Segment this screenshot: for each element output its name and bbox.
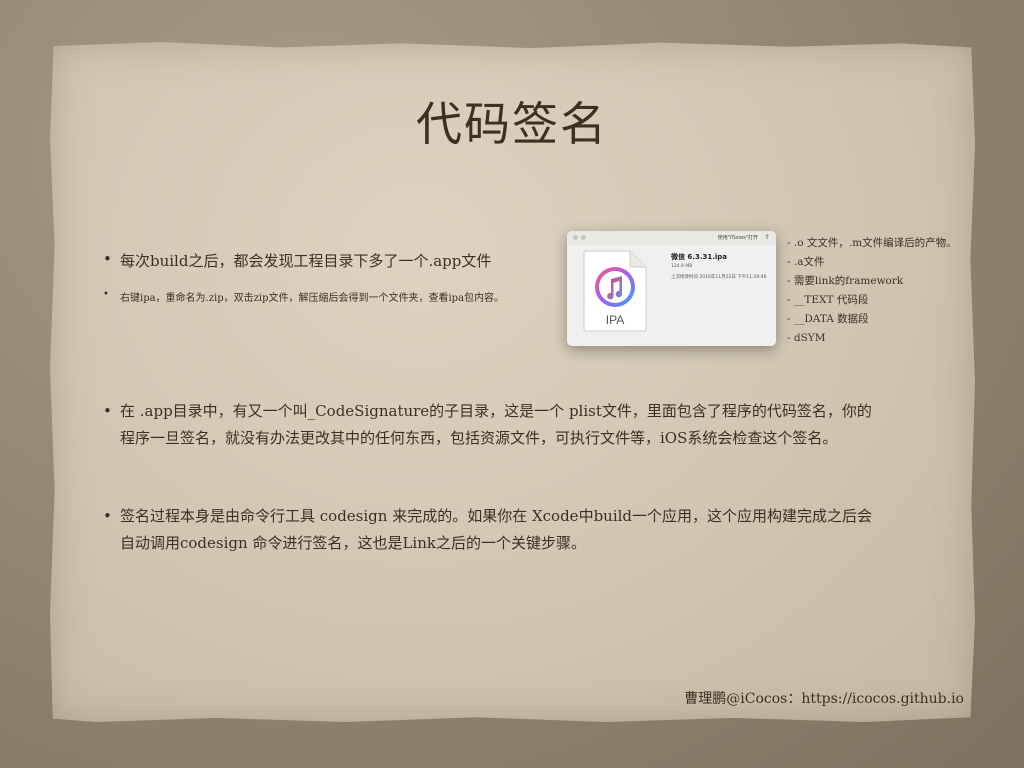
- document-icon: IPA: [583, 250, 647, 332]
- bullet-text: 每次build之后，都会发现工程目录下多了一个.app文件: [120, 252, 492, 270]
- slide-title: 代码签名: [416, 97, 608, 151]
- bullet-dot: •: [103, 250, 112, 268]
- bullet-item: • 右键ipa，重命名为.zip，双击zip文件，解压缩后会得到一个文件夹，查看…: [103, 289, 504, 304]
- bullet-dot: •: [103, 507, 112, 525]
- ipa-file-icon: IPA: [580, 249, 650, 333]
- bullet-line: 在 .app目录中，有又一个叫_CodeSignature的子目录，这是一个 p…: [120, 402, 872, 420]
- close-button[interactable]: [573, 235, 578, 240]
- open-with-button[interactable]: 使用"iTunes"打开: [718, 234, 758, 241]
- file-modified-date: 上次修改时间 2016年11月22日 下午11:29:46: [671, 275, 767, 280]
- note-item: - __DATA 数据段: [787, 313, 869, 325]
- note-item: - .o 文文件，.m文件编译后的产物。: [787, 237, 957, 249]
- bullet-text: 右键ipa，重命名为.zip，双击zip文件，解压缩后会得到一个文件夹，查看ip…: [120, 293, 505, 304]
- note-item: - __TEXT 代码段: [787, 294, 869, 306]
- file-name: 微信 6.3.31.ipa: [671, 253, 728, 261]
- notes-list: - .o 文文件，.m文件编译后的产物。 - .a文件 - 需要link的fra…: [787, 234, 957, 348]
- bullet-item: • 每次build之后，都会发现工程目录下多了一个.app文件: [103, 250, 491, 271]
- bullet-line: 签名过程本身是由命令行工具 codesign 来完成的。如果你在 Xcode中b…: [120, 507, 873, 525]
- bullet-dot: •: [103, 289, 109, 300]
- note-item: - .a文件: [787, 256, 825, 268]
- window-titlebar: 使用"iTunes"打开 ⇪: [567, 231, 776, 245]
- bullet-item: • 在 .app目录中，有又一个叫_CodeSignature的子目录，这是一个…: [103, 398, 933, 452]
- file-size: 124.8 MB: [671, 264, 693, 269]
- bullet-item: • 签名过程本身是由命令行工具 codesign 来完成的。如果你在 Xcode…: [103, 503, 933, 557]
- bullet-dot: •: [103, 402, 112, 420]
- share-icon[interactable]: ⇪: [764, 233, 770, 241]
- note-item: - 需要link的framework: [787, 275, 904, 287]
- slide-footer: 曹理鹏@iCocos：https://icocos.github.io: [684, 691, 964, 707]
- ipa-label: IPA: [606, 313, 624, 327]
- ipa-info-window: 使用"iTunes"打开 ⇪ IPA 微信 6.3.31.ipa 124.8 M…: [567, 231, 776, 346]
- bullet-line: 程序一旦签名，就没有办法更改其中的任何东西，包括资源文件，可执行文件等，iOS系…: [120, 429, 838, 447]
- note-item: - dSYM: [787, 332, 826, 344]
- bullet-line: 自动调用codesign 命令进行签名，这也是Link之后的一个关键步骤。: [120, 534, 586, 552]
- minimize-button[interactable]: [581, 235, 586, 240]
